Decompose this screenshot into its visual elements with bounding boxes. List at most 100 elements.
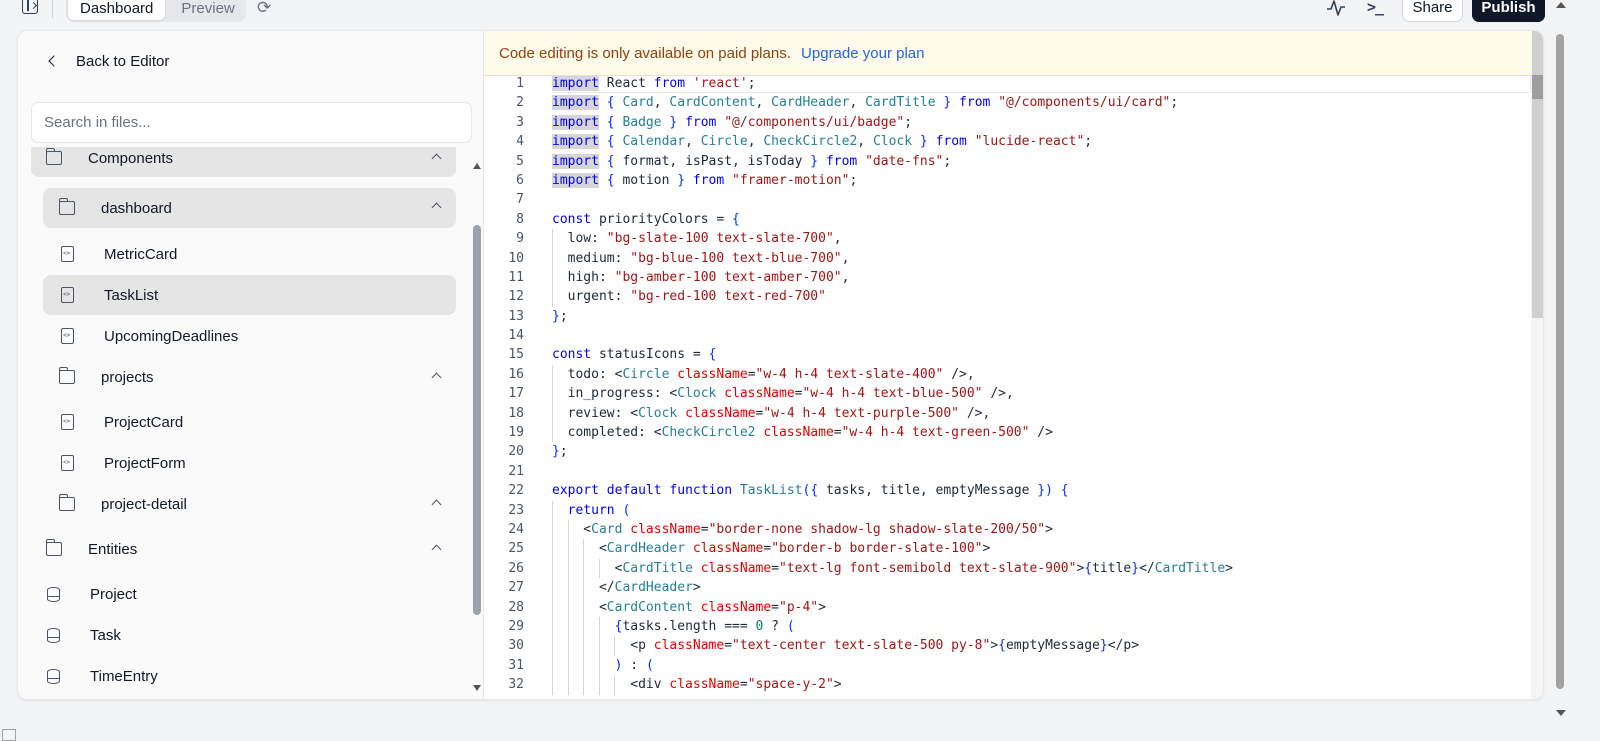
tree-entity-project[interactable]: Project xyxy=(31,575,456,613)
scroll-up-icon[interactable] xyxy=(1556,2,1566,8)
tree-file-projectform[interactable]: ProjectForm xyxy=(43,444,456,482)
code-line[interactable]: 2 import { Card, CardContent, CardHeader,… xyxy=(484,93,1531,112)
code-line[interactable]: 23 return ( xyxy=(484,500,1531,520)
code-line[interactable]: 13}; xyxy=(484,307,1531,326)
code-line[interactable]: 18 review: <Clock className="w-4 h-4 tex… xyxy=(484,403,1531,424)
tree-file-upcomingdeadlines[interactable]: UpcomingDeadlines xyxy=(43,317,456,355)
code-line[interactable]: 9 low: "bg-slate-100 text-slate-700", xyxy=(484,229,1531,249)
code-text[interactable]: high: "bg-amber-100 text-amber-700", xyxy=(524,268,850,287)
publish-button[interactable]: Publish xyxy=(1472,0,1545,22)
chevron-up-icon[interactable] xyxy=(431,499,442,510)
code-line[interactable]: 25 <CardHeader className="border-b borde… xyxy=(484,539,1531,559)
code-line[interactable]: 31 ) : ( xyxy=(484,655,1531,676)
chevron-up-icon[interactable] xyxy=(431,153,442,164)
scroll-up-icon[interactable] xyxy=(473,163,481,169)
code-line[interactable]: 17 in_progress: <Clock className="w-4 h-… xyxy=(484,384,1531,404)
sidebar-toggle-icon[interactable] xyxy=(22,0,38,14)
code-text[interactable]: <CardContent className="p-4"> xyxy=(524,598,826,617)
code-line[interactable]: 6 import { motion } from "framer-motion"; xyxy=(484,171,1531,190)
code-editor[interactable]: 1 import React from 'react'; 2 import { Car… xyxy=(484,31,1543,699)
code-line[interactable]: 10 medium: "bg-blue-100 text-blue-700", xyxy=(484,248,1531,268)
activity-icon[interactable] xyxy=(1326,0,1346,16)
code-line[interactable]: 19 completed: <CheckCircle2 className="w… xyxy=(484,423,1531,443)
editor-scrollbar[interactable] xyxy=(1531,31,1543,699)
code-line[interactable]: 3 import { Badge } from "@/components/ui/… xyxy=(484,113,1531,132)
code-line[interactable]: 24 <Card className="border-none shadow-l… xyxy=(484,519,1531,540)
code-text[interactable]: import { Badge } from "@/components/ui/b… xyxy=(524,113,912,132)
code-text[interactable]: import { Card, CardContent, CardHeader, … xyxy=(524,93,1178,112)
code-line[interactable]: 14 xyxy=(484,326,1531,345)
code-line[interactable]: 30 <p className="text-center text-slate-… xyxy=(484,636,1531,656)
code-line[interactable]: 15 const statusIcons = { xyxy=(484,345,1531,364)
code-text[interactable] xyxy=(524,462,552,481)
code-line[interactable]: 20}; xyxy=(484,442,1531,461)
file-tree-scrollbar[interactable] xyxy=(470,159,484,691)
tree-file-metriccard[interactable]: MetricCard xyxy=(43,235,456,273)
code-text[interactable] xyxy=(524,326,552,345)
code-line[interactable]: 1 import React from 'react'; xyxy=(484,74,1531,93)
terminal-icon[interactable]: >_ xyxy=(1367,0,1384,16)
code-text[interactable]: <p className="text-center text-slate-500… xyxy=(524,636,1139,655)
code-line[interactable]: 8 const priorityColors = { xyxy=(484,210,1531,229)
code-text[interactable]: urgent: "bg-red-100 text-red-700" xyxy=(524,287,826,306)
code-text[interactable]: todo: <Circle className="w-4 h-4 text-sl… xyxy=(524,365,975,384)
scrollbar-thumb[interactable] xyxy=(1556,34,1564,689)
code-text[interactable]: import { motion } from "framer-motion"; xyxy=(524,171,857,190)
code-line[interactable]: 22 export default function TaskList({ tas… xyxy=(484,481,1531,500)
code-line[interactable]: 29 {tasks.length === 0 ? ( xyxy=(484,616,1531,637)
share-button[interactable]: Share xyxy=(1402,0,1463,22)
tree-folder-project-detail[interactable]: project-detail xyxy=(43,485,456,523)
tree-folder-components[interactable]: Components xyxy=(31,147,456,177)
tree-entity-timeentry[interactable]: TimeEntry xyxy=(31,657,456,695)
chevron-up-icon[interactable] xyxy=(431,372,442,383)
code-line[interactable]: 32 <div className="space-y-2"> xyxy=(484,675,1531,695)
tree-file-projectcard[interactable]: ProjectCard xyxy=(43,403,456,441)
tree-folder-entities[interactable]: Entities xyxy=(31,530,456,568)
page-scrollbar[interactable] xyxy=(1552,0,1568,741)
code-text[interactable]: <div className="space-y-2"> xyxy=(524,675,841,694)
code-text[interactable]: const priorityColors = { xyxy=(524,210,740,229)
code-text[interactable]: completed: <CheckCircle2 className="w-4 … xyxy=(524,423,1053,442)
tree-file-tasklist[interactable]: TaskList xyxy=(43,275,456,315)
code-text[interactable]: return ( xyxy=(524,501,631,520)
code-text[interactable]: }; xyxy=(524,442,568,461)
code-area[interactable]: 1 import React from 'react'; 2 import { Car… xyxy=(484,74,1531,695)
scrollbar-thumb[interactable] xyxy=(473,225,481,615)
refresh-icon[interactable]: ⟳ xyxy=(257,0,271,16)
code-text[interactable]: const statusIcons = { xyxy=(524,345,716,364)
upgrade-plan-link[interactable]: Upgrade your plan xyxy=(801,45,924,62)
code-text[interactable]: {tasks.length === 0 ? ( xyxy=(524,617,795,636)
chevron-up-icon[interactable] xyxy=(431,202,442,213)
code-text[interactable]: low: "bg-slate-100 text-slate-700", xyxy=(524,229,842,248)
code-line[interactable]: 11 high: "bg-amber-100 text-amber-700", xyxy=(484,267,1531,288)
code-line[interactable]: 5 import { format, isPast, isToday } from… xyxy=(484,152,1531,171)
code-text[interactable]: import React from 'react'; xyxy=(524,74,756,93)
search-files-input[interactable] xyxy=(31,102,472,143)
code-text[interactable]: export default function TaskList({ tasks… xyxy=(524,481,1069,500)
tree-folder-dashboard[interactable]: dashboard xyxy=(43,188,456,228)
code-text[interactable]: import { format, isPast, isToday } from … xyxy=(524,152,951,171)
code-text[interactable]: <CardHeader className="border-b border-s… xyxy=(524,539,990,558)
code-line[interactable]: 16 todo: <Circle className="w-4 h-4 text… xyxy=(484,364,1531,385)
code-text[interactable]: }; xyxy=(524,307,568,326)
tree-folder-projects[interactable]: projects xyxy=(43,358,456,396)
code-line[interactable]: 27 </CardHeader> xyxy=(484,578,1531,598)
back-to-editor-button[interactable]: Back to Editor xyxy=(46,50,169,72)
chevron-up-icon[interactable] xyxy=(431,544,442,555)
code-text[interactable]: </CardHeader> xyxy=(524,578,701,597)
code-line[interactable]: 4 import { Calendar, Circle, CheckCircle2… xyxy=(484,132,1531,151)
code-line[interactable]: 7 xyxy=(484,190,1531,209)
code-text[interactable]: <CardTitle className="text-lg font-semib… xyxy=(524,559,1233,578)
scroll-down-icon[interactable] xyxy=(473,685,481,691)
tab-dashboard[interactable]: Dashboard xyxy=(68,0,166,20)
code-text[interactable] xyxy=(524,190,552,209)
code-line[interactable]: 12 urgent: "bg-red-100 text-red-700" xyxy=(484,287,1531,307)
code-line[interactable]: 26 <CardTitle className="text-lg font-se… xyxy=(484,558,1531,579)
tab-preview[interactable]: Preview xyxy=(169,0,246,20)
tree-entity-task[interactable]: Task xyxy=(31,616,456,654)
code-line[interactable]: 28 <CardContent className="p-4"> xyxy=(484,597,1531,617)
code-text[interactable]: review: <Clock className="w-4 h-4 text-p… xyxy=(524,404,991,423)
code-text[interactable]: <Card className="border-none shadow-lg s… xyxy=(524,520,1053,539)
code-text[interactable]: ) : ( xyxy=(524,656,654,675)
code-text[interactable]: import { Calendar, Circle, CheckCircle2,… xyxy=(524,132,1092,151)
